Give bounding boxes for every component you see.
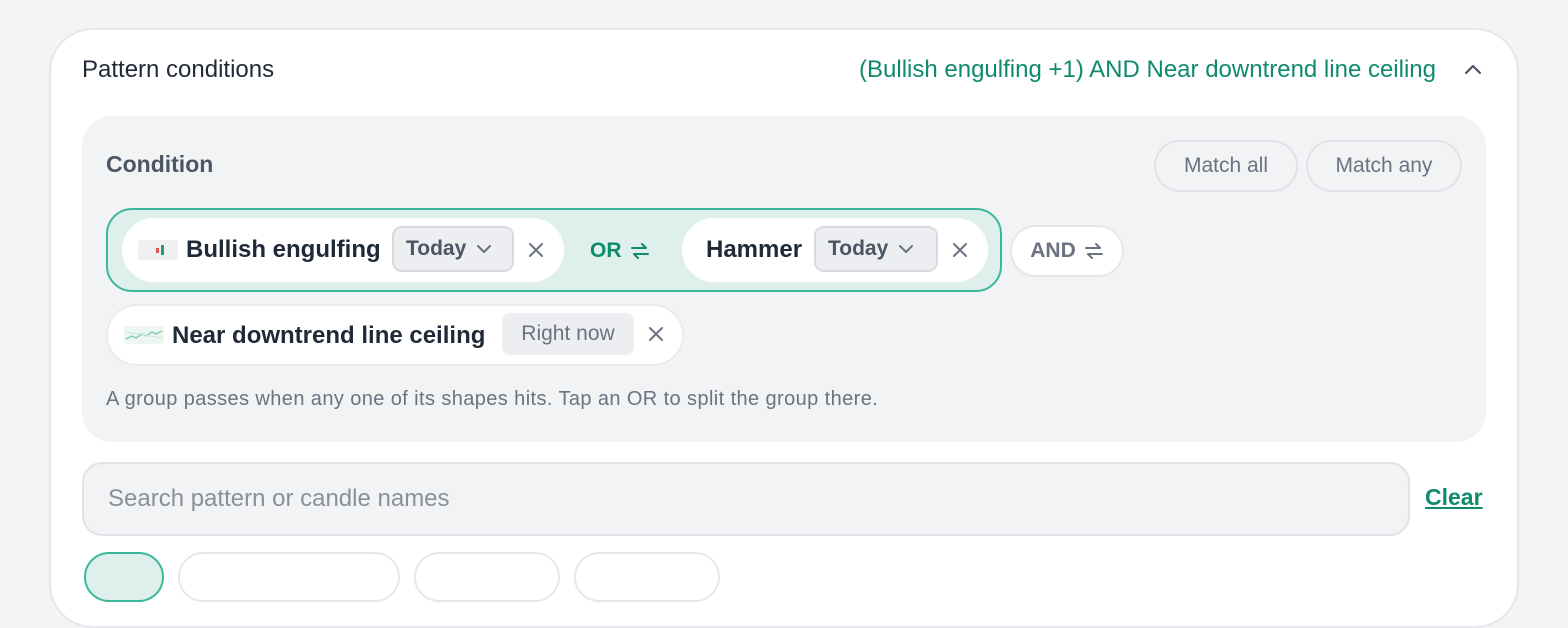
filter-pill[interactable]: [84, 552, 164, 602]
filter-pill[interactable]: [414, 552, 560, 602]
downtrend-line-icon: [124, 326, 164, 344]
remove-chip-icon[interactable]: [526, 240, 546, 260]
chip-name: Bullish engulfing: [186, 236, 381, 263]
remove-chip-icon[interactable]: [950, 240, 970, 260]
chevron-down-icon: [899, 245, 914, 253]
chip-name: Near downtrend line ceiling: [172, 322, 486, 349]
timeframe-select[interactable]: Today: [814, 226, 938, 272]
timeframe-static: Right now: [502, 313, 634, 355]
match-all-button[interactable]: Match all: [1154, 140, 1298, 192]
timeframe-value: Today: [828, 237, 889, 260]
chevron-up-icon[interactable]: [1462, 58, 1484, 80]
swap-icon: [1084, 243, 1103, 259]
chevron-down-icon: [477, 245, 492, 253]
condition-summary: (Bullish engulfing +1) AND Near downtren…: [859, 56, 1436, 83]
or-toggle-button[interactable]: OR: [590, 236, 650, 266]
and-label: AND: [1030, 239, 1076, 262]
timeframe-value: Today: [406, 237, 467, 260]
chip-name: Hammer: [706, 236, 803, 263]
match-any-button[interactable]: Match any: [1306, 140, 1462, 192]
panel-title: Pattern conditions: [82, 56, 275, 83]
or-label: OR: [590, 239, 622, 262]
bullish-engulfing-icon: [138, 240, 178, 260]
condition-hint: A group passes when any one of its shape…: [106, 388, 879, 410]
condition-label: Condition: [106, 151, 214, 177]
remove-chip-icon[interactable]: [646, 324, 666, 344]
search-input[interactable]: [82, 462, 1410, 536]
filter-pill[interactable]: [178, 552, 400, 602]
filter-pill[interactable]: [574, 552, 720, 602]
and-toggle-button[interactable]: AND: [1010, 225, 1124, 277]
timeframe-select[interactable]: Today: [392, 226, 514, 272]
clear-link[interactable]: Clear: [1425, 484, 1483, 511]
swap-icon: [630, 243, 649, 259]
